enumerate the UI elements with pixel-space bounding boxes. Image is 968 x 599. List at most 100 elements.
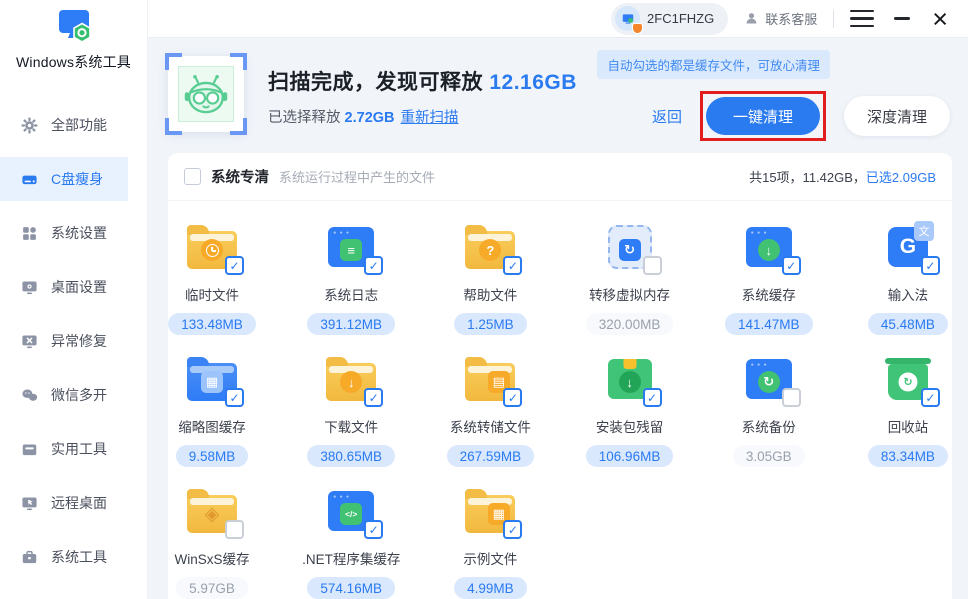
size-badge: 380.65MB — [307, 445, 395, 467]
item-name: 转移虚拟内存 — [589, 284, 670, 304]
license-pill[interactable]: 2FC1FHZG — [611, 3, 728, 35]
person-icon — [744, 11, 759, 26]
window-download-icon: ↓✓ — [741, 219, 797, 275]
releasable-size: 12.16GB — [489, 71, 577, 94]
code-icon: </> — [340, 503, 362, 525]
deep-clean-button[interactable]: 深度清理 — [844, 96, 950, 136]
robot-scan-icon — [168, 56, 244, 132]
checkbox-unchecked-icon[interactable]: ✓ — [225, 520, 244, 539]
checkbox-checked-icon[interactable]: ✓ — [921, 256, 940, 275]
item-name: 系统日志 — [324, 284, 378, 304]
checkbox-checked-icon[interactable]: ✓ — [782, 256, 801, 275]
item-system-logs[interactable]: ≡✓ 系统日志 391.12MB — [307, 219, 395, 335]
red-highlight-box: 一键清理 — [700, 91, 826, 141]
gear-icon — [21, 117, 38, 134]
toolbox-icon — [21, 441, 38, 458]
size-badge: 141.47MB — [725, 313, 813, 335]
item-system-backup[interactable]: ↻✓ 系统备份 3.05GB — [725, 351, 813, 467]
sidebar-item-label: 异常修复 — [51, 331, 107, 351]
folder-tiles-icon: ▦✓ — [462, 483, 518, 539]
checkbox-checked-icon[interactable]: ✓ — [503, 256, 522, 275]
contact-support-button[interactable]: 联系客服 — [744, 9, 817, 28]
support-label: 联系客服 — [765, 9, 817, 28]
item-temp-files[interactable]: ✓ 临时文件 133.48MB — [168, 219, 256, 335]
sidebar-item-system-settings[interactable]: 系统设置 — [0, 211, 128, 255]
item-system-cache[interactable]: ↓✓ 系统缓存 141.47MB — [725, 219, 813, 335]
app-logo-icon — [51, 6, 97, 50]
download-icon: ↓ — [619, 371, 641, 393]
checkbox-checked-icon[interactable]: ✓ — [364, 520, 383, 539]
refresh-icon: ↻ — [619, 239, 641, 261]
file-category-grid: ✓ 临时文件 133.48MB ≡✓ 系统日志 391.12MB ?✓ 帮助文件… — [168, 201, 952, 599]
license-id: 2FC1FHZG — [647, 11, 714, 26]
remote-desktop-icon — [21, 495, 38, 512]
size-badge: 5.97GB — [176, 577, 248, 599]
sidebar-item-wechat-multi[interactable]: 微信多开 — [0, 373, 128, 417]
sidebar-item-system-tools[interactable]: 系统工具 — [0, 535, 128, 579]
checkbox-checked-icon[interactable]: ✓ — [503, 520, 522, 539]
briefcase-icon — [21, 549, 38, 566]
layers-icon: ◈ — [201, 503, 223, 525]
minimize-icon[interactable] — [890, 7, 914, 31]
list-icon: ≡ — [340, 239, 362, 261]
sidebar-item-c-drive-slim[interactable]: C盘瘦身 — [0, 157, 128, 201]
size-badge: 320.00MB — [586, 313, 674, 335]
item-sample-files[interactable]: ▦✓ 示例文件 4.99MB — [446, 483, 534, 599]
sidebar-item-label: 远程桌面 — [51, 493, 107, 513]
sidebar-item-desktop-settings[interactable]: 桌面设置 — [0, 265, 128, 309]
sidebar-menu: 全部功能 C盘瘦身 系统设置 桌面设置 异常修复 微信多开 实用工具 远程桌面 — [0, 103, 147, 589]
sidebar-item-label: 桌面设置 — [51, 277, 107, 297]
sidebar-item-remote-desktop[interactable]: 远程桌面 — [0, 481, 128, 525]
rescan-link[interactable]: 重新扫描 — [401, 110, 459, 126]
download-icon: ↓ — [758, 239, 780, 261]
checkbox-checked-icon[interactable]: ✓ — [503, 388, 522, 407]
item-downloads[interactable]: ↓✓ 下载文件 380.65MB — [307, 351, 395, 467]
recycle-bin-icon: ↻✓ — [880, 351, 936, 407]
size-badge: 9.58MB — [176, 445, 249, 467]
checkbox-checked-icon[interactable]: ✓ — [643, 388, 662, 407]
sidebar-item-label: 系统工具 — [51, 547, 107, 567]
checkbox-checked-icon[interactable]: ✓ — [364, 388, 383, 407]
folder-layers-icon: ◈✓ — [184, 483, 240, 539]
checkbox-checked-icon[interactable]: ✓ — [364, 256, 383, 275]
package-download-icon: ↓✓ — [602, 351, 658, 407]
item-name: 帮助文件 — [463, 284, 517, 304]
translate-icon: G文✓ — [880, 219, 936, 275]
sidebar-item-all-functions[interactable]: 全部功能 — [0, 103, 128, 147]
item-thumbnail-cache[interactable]: ▦✓ 缩略图缓存 9.58MB — [168, 351, 256, 467]
monitor-icon — [21, 279, 38, 296]
item-name: 回收站 — [888, 416, 929, 436]
folder-download-icon: ↓✓ — [323, 351, 379, 407]
item-dump-files[interactable]: ▤✓ 系统转储文件 267.59MB — [446, 351, 534, 467]
checkbox-unchecked-icon[interactable]: ✓ — [643, 256, 662, 275]
recycle-icon: ↻ — [898, 373, 917, 392]
item-virtual-memory[interactable]: ↻✓ 转移虚拟内存 320.00MB — [586, 219, 674, 335]
item-help-files[interactable]: ?✓ 帮助文件 1.25MB — [446, 219, 534, 335]
checkbox-checked-icon[interactable]: ✓ — [225, 256, 244, 275]
app-title: Windows系统工具 — [0, 52, 147, 72]
item-winsxs-cache[interactable]: ◈✓ WinSxS缓存 5.97GB — [168, 483, 256, 599]
sidebar-item-error-repair[interactable]: 异常修复 — [0, 319, 128, 363]
sidebar: Windows系统工具 全部功能 C盘瘦身 系统设置 桌面设置 异常修复 微信多… — [0, 0, 148, 599]
item-name: 输入法 — [888, 284, 929, 304]
item-installer-leftovers[interactable]: ↓✓ 安装包残留 106.96MB — [586, 351, 674, 467]
checkbox-checked-icon[interactable]: ✓ — [921, 388, 940, 407]
size-badge: 45.48MB — [868, 313, 948, 335]
section-title: 系统专清 — [211, 166, 269, 187]
item-dotnet-cache[interactable]: </>✓ .NET程序集缓存 574.16MB — [307, 483, 395, 599]
scan-title: 扫描完成，发现可释放 12.16GB — [268, 66, 577, 96]
item-name: 系统转储文件 — [450, 416, 531, 436]
item-recycle-bin[interactable]: ↻✓ 回收站 83.34MB — [864, 351, 952, 467]
section-checkbox-unchecked-icon[interactable] — [184, 168, 201, 185]
back-link[interactable]: 返回 — [652, 106, 682, 127]
checkbox-checked-icon[interactable]: ✓ — [225, 388, 244, 407]
sidebar-item-utilities[interactable]: 实用工具 — [0, 427, 128, 471]
clean-list-card: 系统专清 系统运行过程中产生的文件 共15项，11.42GB，已选2.09GB … — [168, 153, 952, 599]
one-click-clean-button[interactable]: 一键清理 — [706, 97, 820, 135]
menu-icon[interactable] — [850, 6, 874, 32]
checkbox-unchecked-icon[interactable]: ✓ — [782, 388, 801, 407]
image-icon: ▦ — [201, 371, 223, 393]
close-icon[interactable]: × — [930, 7, 950, 31]
size-badge: 1.25MB — [454, 313, 527, 335]
item-input-method[interactable]: G文✓ 输入法 45.48MB — [864, 219, 952, 335]
